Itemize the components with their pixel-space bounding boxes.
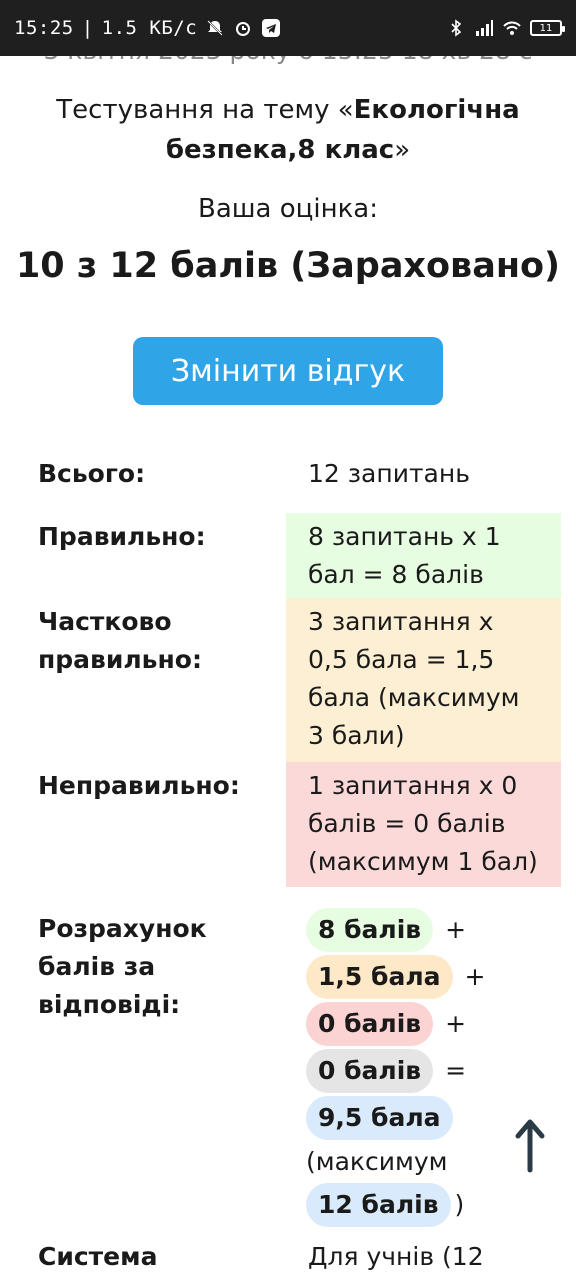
equals-sign: = <box>445 1056 467 1085</box>
status-time: 15:25 <box>14 17 74 39</box>
pill-correct-points: 8 балів <box>306 907 434 952</box>
content-area: 3 квітня 2023 року о 15:25 18 хв 28 с Те… <box>0 56 576 1280</box>
pill-max-points: 12 балів <box>306 1182 451 1227</box>
calc-line-correct: 8 балів + <box>306 906 566 953</box>
wifi-icon <box>502 18 522 38</box>
correct-value: 8 запитань х 1 бал = 8 балів <box>286 513 561 598</box>
battery-icon: 11 <box>530 20 565 36</box>
scroll-to-top-arrow-icon[interactable] <box>508 1116 552 1176</box>
mute-icon <box>205 18 225 38</box>
change-feedback-button[interactable]: Змінити відгук <box>133 337 443 405</box>
plus-sign: + <box>445 1009 467 1038</box>
test-title: Тестування на тему «Екологічна безпека,8… <box>40 90 536 170</box>
telegram-icon <box>261 18 281 38</box>
total-value: 12 запитань <box>308 459 470 488</box>
calc-label: Розрахунок балів за відповіді: <box>38 914 207 1019</box>
calc-line-partial: 1,5 бала + <box>306 953 566 1000</box>
max-suffix-text: ) <box>454 1190 465 1219</box>
correct-label: Правильно: <box>38 522 206 551</box>
calc-line-other: 0 балів = <box>306 1047 566 1094</box>
signal-icon <box>474 18 494 38</box>
system-label: Система <box>38 1242 158 1271</box>
pill-other-points: 0 балів <box>306 1048 434 1093</box>
total-label: Всього: <box>38 459 146 488</box>
pill-wrong-points: 0 балів <box>306 1001 434 1046</box>
attempt-date: 3 квітня 2023 року о 15:25 18 хв 28 с <box>0 56 576 65</box>
calc-line-wrong: 0 балів + <box>306 1000 566 1047</box>
plus-sign: + <box>464 962 486 991</box>
status-bar: 15:25 | 1.5 КБ/с 11 <box>0 0 576 56</box>
pill-total-points: 9,5 бала <box>306 1095 453 1140</box>
calc-line-max: 12 балів ) <box>306 1181 566 1228</box>
max-prefix-text: (максимум <box>306 1146 448 1176</box>
battery-level: 11 <box>539 22 553 34</box>
plus-sign: + <box>445 915 467 944</box>
partial-label: Частково правильно: <box>38 607 202 674</box>
bluetooth-icon <box>446 18 466 38</box>
system-value: Для учнів (12 <box>308 1242 484 1271</box>
wrong-value: 1 запитання х 0 балів = 0 балів (максиму… <box>286 762 561 887</box>
test-title-prefix: Тестування на тему « <box>56 95 354 125</box>
score-calculation: 8 балів + 1,5 бала + 0 балів + 0 балів =… <box>306 906 566 1228</box>
grade-value: 10 з 12 балів (Зараховано) <box>15 246 561 286</box>
alarm-icon <box>233 18 253 38</box>
grade-label: Ваша оцінка: <box>198 194 378 224</box>
partial-value: 3 запитання х 0,5 бала = 1,5 бала (макси… <box>286 598 561 762</box>
status-separator: | <box>81 17 94 39</box>
test-title-suffix: » <box>394 135 411 165</box>
status-network-speed: 1.5 КБ/с <box>101 17 198 39</box>
wrong-label: Неправильно: <box>38 771 240 800</box>
pill-partial-points: 1,5 бала <box>306 954 453 999</box>
